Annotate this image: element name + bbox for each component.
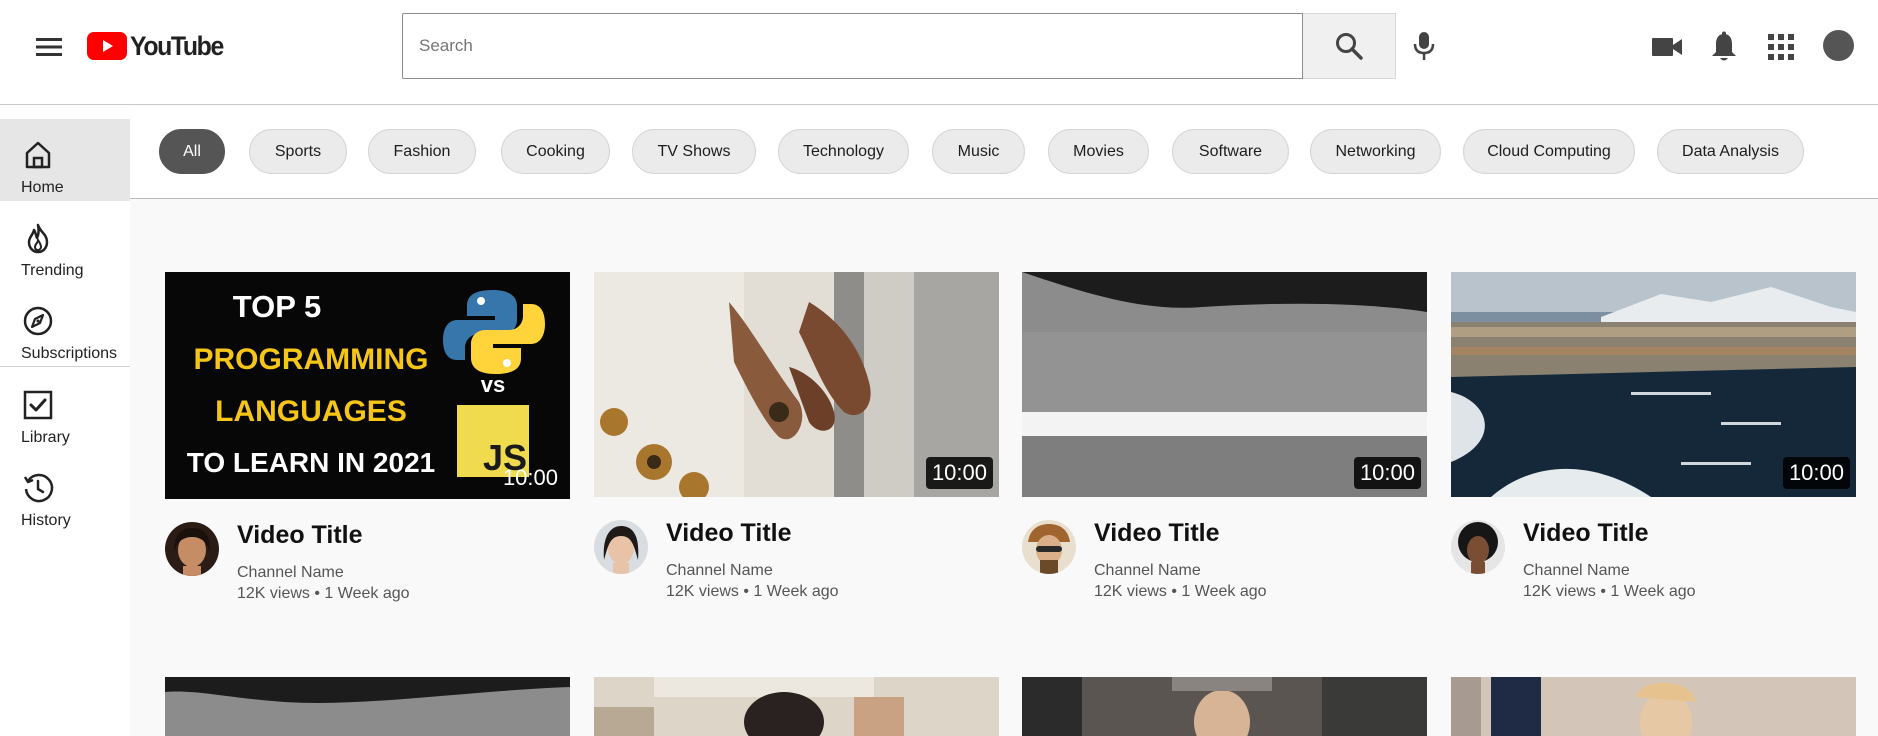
sidebar-item-library[interactable]: Library: [0, 369, 130, 451]
video-thumbnail[interactable]: [1451, 677, 1856, 736]
voice-search-button[interactable]: [1404, 26, 1444, 66]
banner-line-2: PROGRAMMING: [194, 343, 429, 376]
chip-music[interactable]: Music: [932, 129, 1025, 174]
banner-line-4: TO LEARN IN 2021: [187, 447, 435, 478]
sidebar-divider: [0, 366, 130, 367]
video-duration: 10:00: [925, 457, 993, 489]
create-video-button[interactable]: [1648, 28, 1686, 66]
banner-line-1: TOP 5: [233, 289, 321, 324]
chip-data-analysis[interactable]: Data Analysis: [1657, 129, 1804, 174]
video-title[interactable]: Video Title: [1523, 519, 1649, 548]
video-title[interactable]: Video Title: [1094, 519, 1220, 548]
top-header: YouTube: [0, 0, 1878, 105]
sidebar-item-subscriptions[interactable]: Subscriptions: [0, 285, 130, 367]
video-duration: 10:00: [1782, 457, 1850, 489]
chip-sports[interactable]: Sports: [249, 129, 347, 174]
video-meta: 12K views • 1 Week ago: [237, 585, 410, 602]
video-thumbnail[interactable]: [165, 677, 570, 736]
channel-avatar[interactable]: [165, 522, 219, 576]
sidebar-item-trending[interactable]: Trending: [0, 202, 130, 284]
logo-text: YouTube: [130, 30, 224, 61]
apps-button[interactable]: [1762, 28, 1800, 66]
search-bar: [402, 13, 1396, 79]
sidebar: Home Trending Subscriptions Library Hist…: [0, 105, 130, 736]
bell-icon: [1712, 31, 1736, 61]
chip-cloud-computing[interactable]: Cloud Computing: [1463, 129, 1635, 174]
video-title[interactable]: Video Title: [666, 519, 792, 548]
video-duration: 10:00: [502, 465, 558, 490]
video-duration: 10:00: [1353, 457, 1421, 489]
video-thumbnail[interactable]: 10:00: [594, 272, 999, 497]
sidebar-item-label: Subscriptions: [21, 345, 118, 362]
video-thumbnail[interactable]: [594, 677, 999, 736]
avatar[interactable]: [1823, 30, 1854, 61]
video-meta: 12K views • 1 Week ago: [666, 583, 839, 600]
video-thumbnail[interactable]: 10:00: [1451, 272, 1856, 497]
video-thumbnail[interactable]: 10:00: [1022, 272, 1427, 497]
video-thumbnail[interactable]: [1022, 677, 1427, 736]
microphone-icon: [1413, 32, 1435, 60]
search-button[interactable]: [1303, 13, 1396, 79]
vs-text: vs: [481, 372, 505, 397]
sidebar-item-home[interactable]: Home: [0, 119, 130, 201]
chip-movies[interactable]: Movies: [1048, 129, 1149, 174]
banner-line-3: LANGUAGES: [215, 395, 407, 428]
channel-avatar[interactable]: [594, 520, 648, 574]
youtube-logo[interactable]: YouTube: [87, 29, 231, 63]
flame-icon: [27, 223, 49, 254]
menu-icon[interactable]: [30, 30, 68, 64]
chip-fashion[interactable]: Fashion: [368, 129, 476, 174]
youtube-logo-icon: [87, 32, 127, 60]
chip-software[interactable]: Software: [1172, 129, 1289, 174]
video-meta: 12K views • 1 Week ago: [1094, 583, 1267, 600]
apps-grid-icon: [1768, 34, 1794, 60]
sidebar-item-label: Library: [21, 429, 70, 446]
video-meta: 12K views • 1 Week ago: [1523, 583, 1696, 600]
channel-avatar[interactable]: [1451, 520, 1505, 574]
channel-name[interactable]: Channel Name: [1523, 562, 1630, 580]
search-icon: [1336, 33, 1363, 60]
chip-technology[interactable]: Technology: [778, 129, 909, 174]
video-thumbnail[interactable]: TOP 5 PROGRAMMING LANGUAGES TO LEARN IN …: [165, 272, 570, 499]
library-check-icon: [23, 390, 53, 420]
home-icon: [25, 141, 51, 169]
video-card[interactable]: 10:00 Video Title Channel Name 12K views…: [594, 272, 999, 600]
compass-icon: [23, 306, 53, 336]
video-title[interactable]: Video Title: [237, 521, 363, 550]
chip-cooking[interactable]: Cooking: [501, 129, 610, 174]
chip-tv-shows[interactable]: TV Shows: [632, 129, 756, 174]
video-card[interactable]: 10:00 Video Title Channel Name 12K views…: [1451, 272, 1856, 600]
chip-all[interactable]: All: [159, 129, 225, 174]
history-icon: [23, 473, 54, 503]
channel-name[interactable]: Channel Name: [237, 564, 344, 582]
chip-networking[interactable]: Networking: [1310, 129, 1441, 174]
video-card[interactable]: 10:00 Video Title Channel Name 12K views…: [1022, 272, 1427, 600]
video-camera-icon: [1652, 38, 1682, 56]
sidebar-item-label: History: [21, 512, 71, 529]
sidebar-item-label: Home: [21, 179, 64, 196]
channel-avatar[interactable]: [1022, 520, 1076, 574]
video-card[interactable]: TOP 5 PROGRAMMING LANGUAGES TO LEARN IN …: [165, 272, 570, 602]
sidebar-item-history[interactable]: History: [0, 452, 130, 534]
channel-name[interactable]: Channel Name: [1094, 562, 1201, 580]
sidebar-item-label: Trending: [21, 262, 84, 279]
notifications-button[interactable]: [1705, 28, 1743, 66]
category-chips-bar: All Sports Fashion Cooking TV Shows Tech…: [130, 106, 1878, 199]
search-input[interactable]: [402, 13, 1303, 79]
channel-name[interactable]: Channel Name: [666, 562, 773, 580]
